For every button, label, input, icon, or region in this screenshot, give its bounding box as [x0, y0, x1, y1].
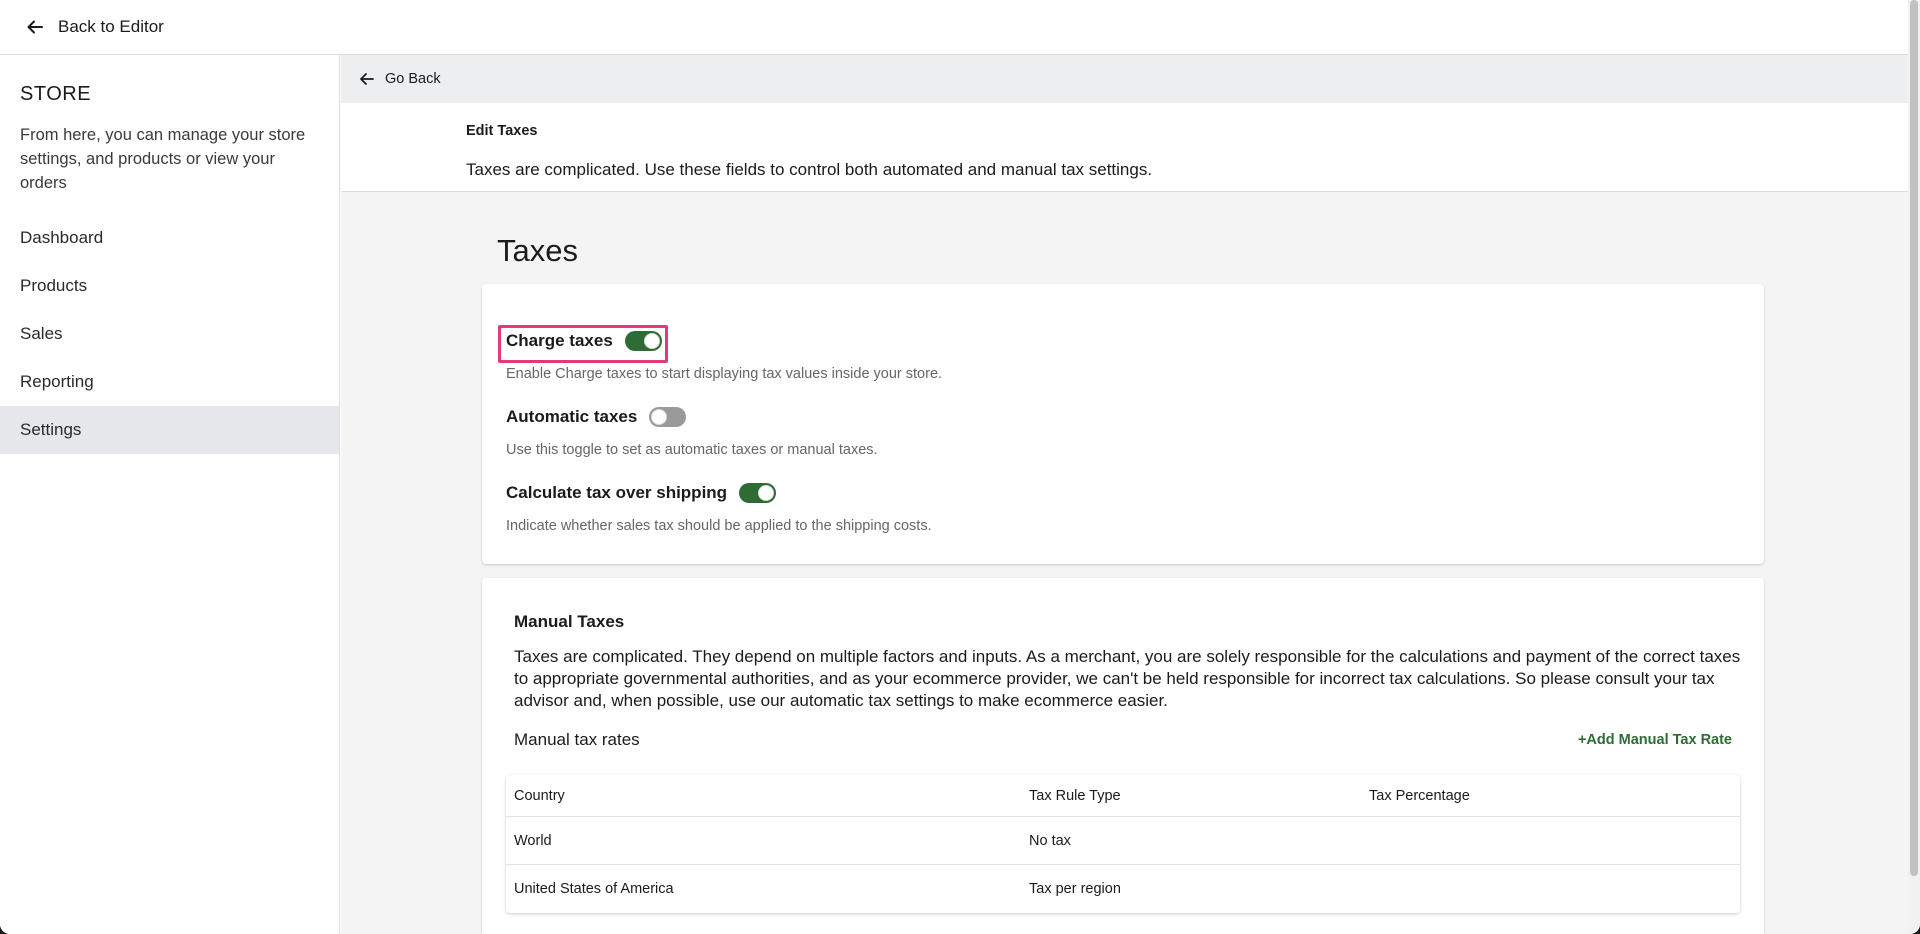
sidebar-title: STORE — [20, 83, 92, 105]
automatic-taxes-label: Automatic taxes — [506, 407, 638, 426]
column-header-tax-percentage: Tax Percentage — [1369, 787, 1470, 804]
charge-taxes-hint: Enable Charge taxes to start displaying … — [506, 366, 943, 382]
sidebar: STORE From here, you can manage your sto… — [0, 55, 340, 934]
add-manual-tax-rate-button[interactable]: +Add Manual Tax Rate — [1578, 732, 1732, 748]
automatic-taxes-toggle[interactable] — [649, 407, 687, 427]
tax-settings-card: Charge taxes Enable Charge taxes to star… — [482, 284, 1764, 564]
app-window: Back to Editor STORE From here, you can … — [0, 0, 1920, 934]
manual-taxes-card: Manual Taxes Taxes are complicated. They… — [482, 578, 1764, 934]
arrow-left-icon — [360, 73, 374, 85]
column-header-country: Country — [514, 787, 565, 804]
scrollbar-thumb[interactable] — [1910, 0, 1918, 876]
cell-country: United States of America — [514, 881, 674, 897]
manual-tax-rates-label: Manual tax rates — [514, 730, 640, 749]
sidebar-item-products[interactable]: Products — [0, 262, 339, 310]
sidebar-item-dashboard[interactable]: Dashboard — [0, 214, 339, 262]
tax-over-shipping-row: Calculate tax over shipping — [506, 483, 777, 503]
cell-tax-rule-type: Tax per region — [1029, 881, 1121, 897]
edit-header: Edit Taxes Taxes are complicated. Use th… — [341, 103, 1908, 192]
tax-over-shipping-toggle[interactable] — [739, 483, 777, 503]
go-back-bar: Go Back — [341, 55, 1908, 103]
manual-taxes-title: Manual Taxes — [514, 612, 625, 631]
automatic-taxes-hint: Use this toggle to set as automatic taxe… — [506, 442, 878, 458]
go-back-label: Go Back — [385, 71, 441, 87]
sidebar-description: From here, you can manage your store set… — [20, 126, 306, 192]
toggle-knob — [758, 485, 775, 501]
table-row[interactable]: World No tax — [506, 817, 1740, 865]
charge-taxes-toggle[interactable] — [624, 331, 662, 351]
main-content: Go Back Edit Taxes Taxes are complicated… — [341, 55, 1908, 934]
back-to-editor-button[interactable]: Back to Editor — [26, 17, 164, 37]
sidebar-item-settings[interactable]: Settings — [0, 406, 339, 454]
charge-taxes-row: Charge taxes — [506, 331, 662, 351]
toggle-knob — [643, 333, 660, 349]
column-header-tax-rule-type: Tax Rule Type — [1029, 787, 1121, 804]
page-scrollbar[interactable] — [1908, 0, 1920, 934]
toggle-knob — [651, 409, 668, 425]
edit-description: Taxes are complicated. Use these fields … — [466, 160, 1153, 179]
tax-over-shipping-label: Calculate tax over shipping — [506, 483, 728, 502]
cell-country: World — [514, 832, 552, 849]
sidebar-item-sales[interactable]: Sales — [0, 310, 339, 358]
tax-over-shipping-hint: Indicate whether sales tax should be app… — [506, 518, 932, 534]
back-to-editor-label: Back to Editor — [58, 17, 164, 36]
table-row[interactable]: United States of America Tax per region — [506, 865, 1740, 913]
cell-tax-rule-type: No tax — [1029, 832, 1071, 849]
tax-rates-table: Country Tax Rule Type Tax Percentage Wor… — [506, 775, 1740, 913]
edit-title: Edit Taxes — [466, 123, 538, 139]
manual-taxes-description: Taxes are complicated. They depend on mu… — [514, 647, 1741, 710]
sidebar-item-reporting[interactable]: Reporting — [0, 358, 339, 406]
go-back-button[interactable]: Go Back — [359, 71, 441, 87]
automatic-taxes-row: Automatic taxes — [506, 407, 687, 427]
top-bar: Back to Editor — [0, 0, 1908, 55]
table-header-row: Country Tax Rule Type Tax Percentage — [506, 775, 1740, 817]
arrow-left-icon — [27, 20, 43, 34]
page-title: Taxes — [497, 233, 578, 268]
charge-taxes-label: Charge taxes — [506, 331, 613, 350]
